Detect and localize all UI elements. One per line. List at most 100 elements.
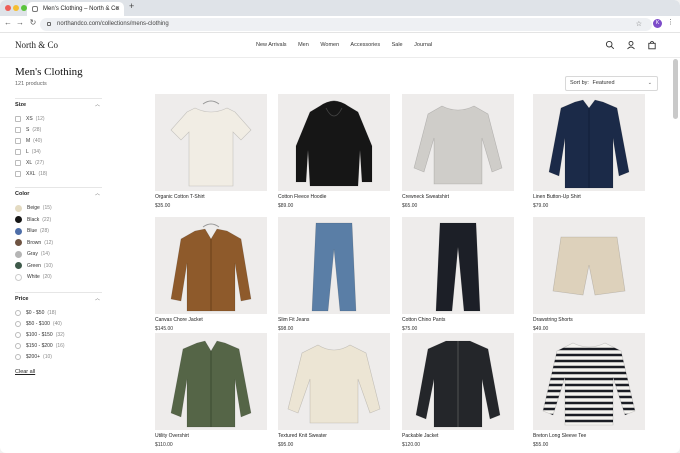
shorts-image[interactable] xyxy=(533,217,645,314)
checkbox[interactable] xyxy=(15,171,21,177)
checkbox[interactable] xyxy=(15,116,21,122)
chevron-up-icon[interactable]: ︿ xyxy=(95,295,100,302)
filter-price-option[interactable]: $0 - $50 (18) xyxy=(15,310,56,318)
chevron-up-icon[interactable]: ︿ xyxy=(95,101,100,108)
filter-color-option[interactable]: Brown (12) xyxy=(15,239,53,248)
hoodie-image[interactable] xyxy=(278,94,390,191)
product-card[interactable]: Breton Long Sleeve Tee $55.00 xyxy=(533,333,645,448)
sort-select[interactable]: Sort by: Featured ⌄ xyxy=(565,76,658,91)
color-swatch[interactable] xyxy=(15,239,22,246)
back-icon[interactable]: ← xyxy=(3,18,13,27)
chevron-up-icon[interactable]: ︿ xyxy=(95,190,100,197)
nav-journal[interactable]: Journal xyxy=(414,42,432,48)
color-swatch[interactable] xyxy=(15,204,22,212)
checkbox[interactable] xyxy=(15,160,21,166)
product-name[interactable]: Textured Knit Sweater xyxy=(278,433,390,439)
new-tab-button[interactable]: + xyxy=(129,1,134,11)
address-bar[interactable]: northandco.com/collections/mens-clothing… xyxy=(40,18,652,31)
packable-jacket-image[interactable] xyxy=(402,333,514,430)
reload-icon[interactable]: ↻ xyxy=(28,18,38,27)
radio-button[interactable] xyxy=(15,332,21,338)
product-card[interactable]: Cotton Fleece Hoodie $89.00 xyxy=(278,94,390,209)
jeans-image[interactable] xyxy=(278,217,390,314)
filter-size-option[interactable]: XL (27) xyxy=(15,160,44,168)
cart-bag-icon[interactable] xyxy=(647,40,657,50)
account-icon[interactable] xyxy=(626,40,636,50)
pants-image[interactable] xyxy=(402,217,514,314)
product-name[interactable]: Cotton Chino Pants xyxy=(402,317,514,323)
sweater-image[interactable] xyxy=(278,333,390,430)
product-name[interactable]: Organic Cotton T-Shirt xyxy=(155,194,267,200)
browser-menu-icon[interactable]: ⋮ xyxy=(667,18,674,26)
color-swatch[interactable] xyxy=(15,262,22,269)
radio-button[interactable] xyxy=(15,310,21,316)
bookmark-star-icon[interactable]: ☆ xyxy=(636,18,642,31)
filter-size-option[interactable]: XS (12) xyxy=(15,116,45,124)
product-name[interactable]: Breton Long Sleeve Tee xyxy=(533,433,645,439)
forward-icon[interactable]: → xyxy=(15,18,25,27)
nav-sale[interactable]: Sale xyxy=(392,42,403,48)
site-logo[interactable]: North & Co xyxy=(15,40,58,50)
product-name[interactable]: Packable Jacket xyxy=(402,433,514,439)
product-card[interactable]: Cotton Chino Pants $75.00 xyxy=(402,217,514,332)
tab-close-icon[interactable]: ✕ xyxy=(115,2,120,16)
filter-size-option[interactable]: L (34) xyxy=(15,149,41,157)
filter-price-option[interactable]: $100 - $150 (32) xyxy=(15,332,65,340)
filter-size-option[interactable]: S (28) xyxy=(15,127,41,135)
product-card[interactable]: Textured Knit Sweater $95.00 xyxy=(278,333,390,448)
product-name[interactable]: Canvas Chore Jacket xyxy=(155,317,267,323)
page-scrollbar[interactable] xyxy=(673,59,678,119)
shirt-image[interactable] xyxy=(533,94,645,191)
filter-color-option[interactable]: White (20) xyxy=(15,273,52,282)
product-card[interactable]: Utility Overshirt $110.00 xyxy=(155,333,267,448)
product-name[interactable]: Slim Fit Jeans xyxy=(278,317,390,323)
filter-color-option[interactable]: Gray (14) xyxy=(15,250,50,259)
product-name[interactable]: Crewneck Sweatshirt xyxy=(402,194,514,200)
filter-price-option[interactable]: $50 - $100 (40) xyxy=(15,321,62,329)
nav-women[interactable]: Women xyxy=(320,42,339,48)
tshirt-image[interactable] xyxy=(155,94,267,191)
browser-tab[interactable]: Men's Clothing – North & Co ✕ xyxy=(27,2,124,16)
nav-accessories[interactable]: Accessories xyxy=(350,42,380,48)
product-card[interactable]: Packable Jacket $120.00 xyxy=(402,333,514,448)
product-name[interactable]: Drawstring Shorts xyxy=(533,317,645,323)
breton-tee-image[interactable] xyxy=(533,333,645,430)
search-icon[interactable] xyxy=(605,40,615,50)
minimize-window-button[interactable] xyxy=(13,5,19,11)
radio-button[interactable] xyxy=(15,354,21,360)
nav-men[interactable]: Men xyxy=(298,42,309,48)
color-swatch[interactable] xyxy=(15,273,22,281)
filter-color-title[interactable]: Color xyxy=(15,191,29,197)
product-card[interactable]: Slim Fit Jeans $98.00 xyxy=(278,217,390,332)
color-swatch[interactable] xyxy=(15,216,22,223)
filter-size-title[interactable]: Size xyxy=(15,102,26,108)
product-name[interactable]: Utility Overshirt xyxy=(155,433,267,439)
checkbox[interactable] xyxy=(15,138,21,144)
product-card[interactable]: Drawstring Shorts $49.00 xyxy=(533,217,645,332)
product-card[interactable]: Crewneck Sweatshirt $65.00 xyxy=(402,94,514,209)
filter-color-option[interactable]: Green (10) xyxy=(15,262,53,271)
close-window-button[interactable] xyxy=(5,5,11,11)
filter-color-option[interactable]: Blue (28) xyxy=(15,227,49,236)
filter-price-title[interactable]: Price xyxy=(15,296,28,302)
overshirt-image[interactable] xyxy=(155,333,267,430)
filter-price-option[interactable]: $150 - $200 (16) xyxy=(15,343,65,351)
product-name[interactable]: Linen Button-Up Shirt xyxy=(533,194,645,200)
product-card[interactable]: Linen Button-Up Shirt $79.00 xyxy=(533,94,645,209)
product-name[interactable]: Cotton Fleece Hoodie xyxy=(278,194,390,200)
radio-button[interactable] xyxy=(15,343,21,349)
product-card[interactable]: Organic Cotton T-Shirt $35.00 xyxy=(155,94,267,209)
color-swatch[interactable] xyxy=(15,250,22,258)
filter-price-option[interactable]: $200+ (10) xyxy=(15,354,52,362)
radio-button[interactable] xyxy=(15,321,21,327)
jacket-image[interactable] xyxy=(155,217,267,314)
filter-color-option[interactable]: Black (22) xyxy=(15,216,51,225)
color-swatch[interactable] xyxy=(15,227,22,235)
clear-all-link[interactable]: Clear all xyxy=(15,369,35,375)
profile-avatar[interactable]: K xyxy=(653,19,662,28)
sweatshirt-image[interactable] xyxy=(402,94,514,191)
checkbox[interactable] xyxy=(15,127,21,133)
filter-size-option[interactable]: XXL (18) xyxy=(15,171,47,179)
checkbox[interactable] xyxy=(15,149,21,155)
nav-new-arrivals[interactable]: New Arrivals xyxy=(256,42,287,48)
